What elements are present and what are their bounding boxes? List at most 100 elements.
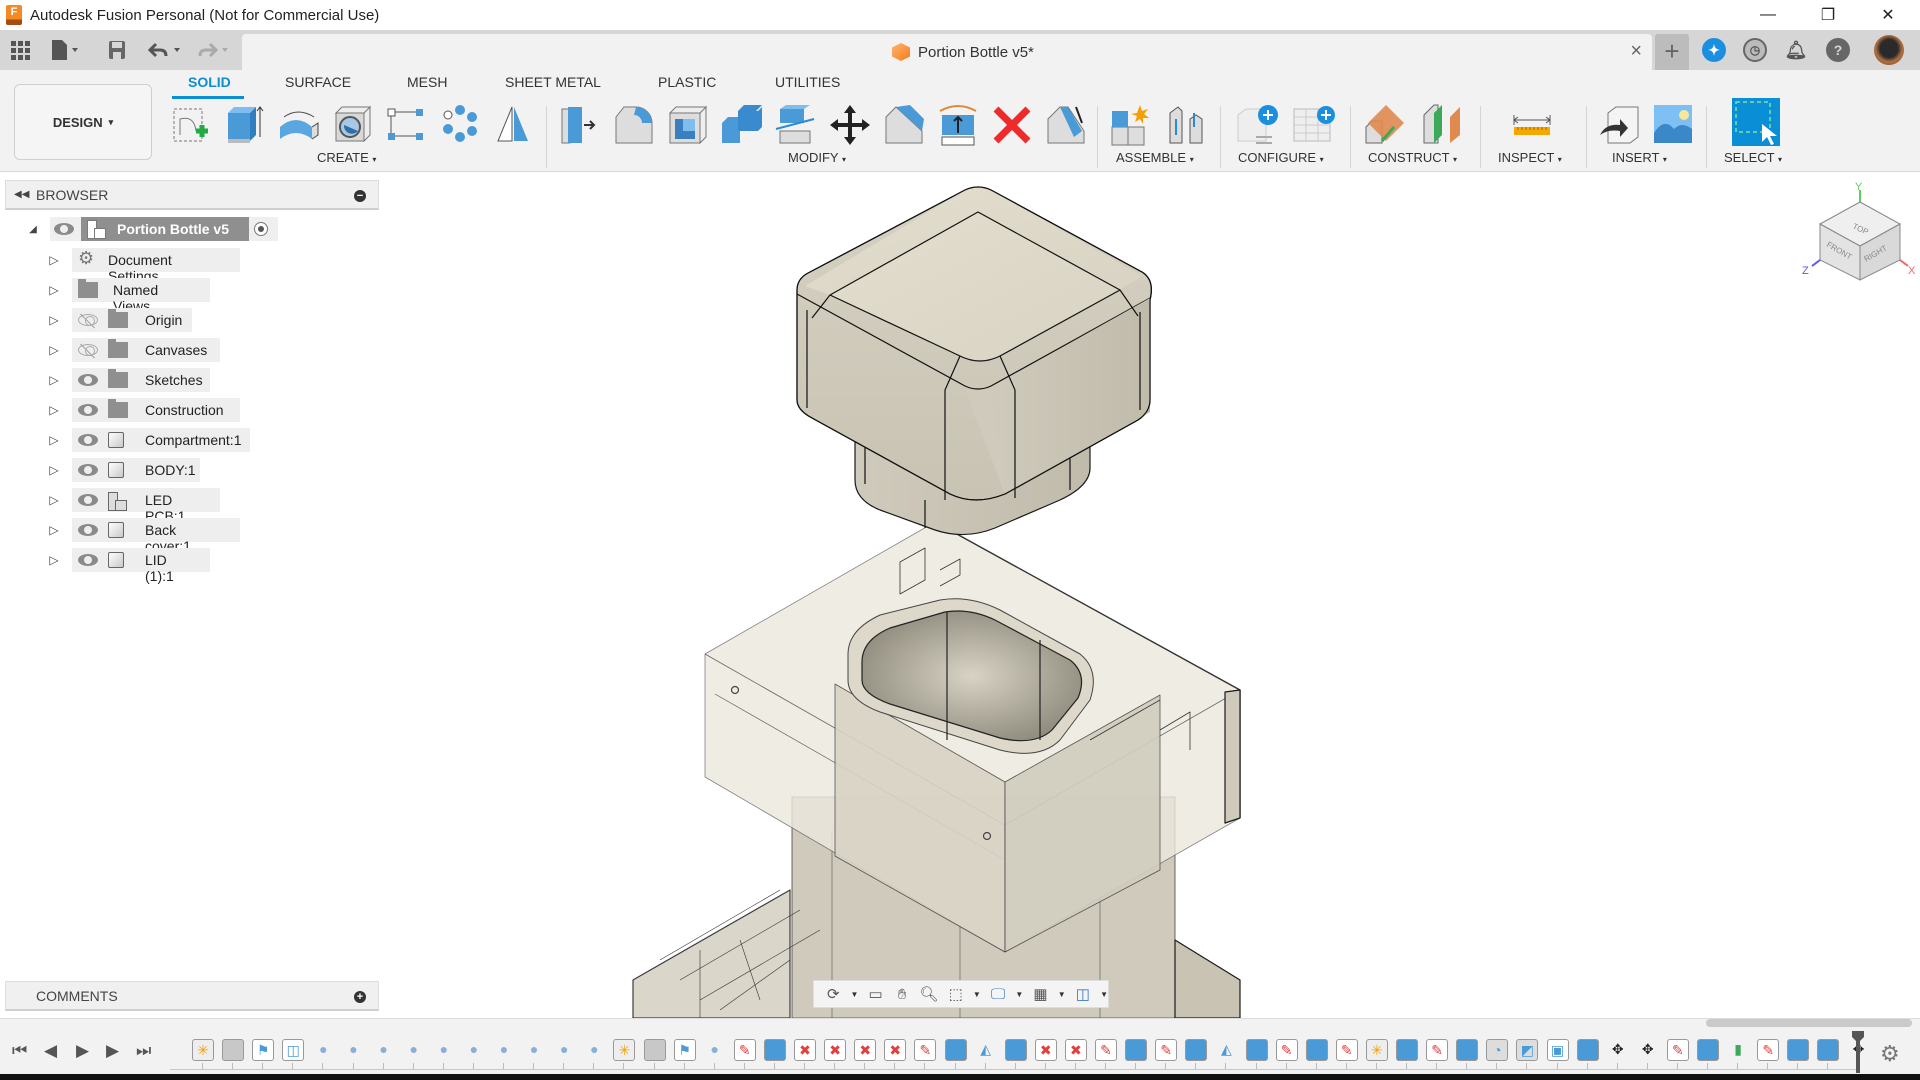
- offset-plane-icon[interactable]: [1420, 103, 1464, 147]
- tab-surface[interactable]: SURFACE: [285, 74, 351, 90]
- circular-pattern-icon[interactable]: [438, 103, 482, 147]
- timeline-feature-shell-icon[interactable]: ▣: [1546, 1039, 1569, 1061]
- timeline-feature-extrude-icon[interactable]: [1396, 1039, 1418, 1061]
- timeline-feature-sketch-icon[interactable]: ✎: [1426, 1039, 1449, 1061]
- new-component-icon[interactable]: [1110, 103, 1154, 147]
- collapse-triangle-icon[interactable]: ◢: [27, 217, 39, 241]
- tab-sheet-metal[interactable]: SHEET METAL: [505, 74, 601, 90]
- timeline-feature-joint-icon[interactable]: ●: [463, 1039, 485, 1061]
- mirror-icon[interactable]: [492, 103, 536, 147]
- timeline-feature-joint-icon[interactable]: ●: [343, 1039, 365, 1061]
- timeline-feature-body-icon[interactable]: [222, 1039, 245, 1061]
- inspect-menu[interactable]: INSPECT ▾: [1498, 150, 1562, 165]
- visibility-eye-icon[interactable]: [78, 524, 98, 536]
- new-tab-button[interactable]: +: [1655, 34, 1689, 70]
- chevron-down-icon[interactable]: ▼: [1058, 990, 1066, 999]
- visibility-eye-icon[interactable]: [78, 554, 98, 566]
- visibility-eye-icon[interactable]: [78, 464, 98, 476]
- timeline-feature-sketch-icon[interactable]: ✎: [1757, 1039, 1780, 1061]
- timeline-feature-delete-body-icon[interactable]: ✖: [794, 1039, 816, 1061]
- timeline-feature-extrude-icon[interactable]: [1787, 1039, 1810, 1061]
- delete-icon[interactable]: [990, 103, 1034, 147]
- timeline-feature-joint-icon[interactable]: ●: [583, 1039, 605, 1061]
- comments-panel-header[interactable]: COMMENTS +: [5, 981, 379, 1011]
- timeline-feature-extrude-icon[interactable]: [1697, 1039, 1719, 1061]
- go-to-end-button[interactable]: ⏭︎: [136, 1041, 151, 1061]
- timeline-feature-combine-icon[interactable]: [1245, 1039, 1268, 1061]
- revolve-icon[interactable]: [276, 103, 320, 147]
- expand-triangle-icon[interactable]: ▷: [48, 248, 60, 272]
- hole-icon[interactable]: [330, 103, 374, 147]
- rectangular-pattern-icon[interactable]: [384, 103, 428, 147]
- expand-triangle-icon[interactable]: ▷: [48, 308, 60, 332]
- move-copy-icon[interactable]: [828, 103, 872, 147]
- configure-design-icon[interactable]: [1236, 103, 1280, 147]
- grid-icon[interactable]: ▦: [1031, 984, 1049, 1004]
- timeline-feature-mirror-icon[interactable]: ◭: [975, 1039, 997, 1061]
- expand-triangle-icon[interactable]: ▷: [48, 338, 60, 362]
- timeline-feature-sketch-icon[interactable]: ✎: [733, 1039, 756, 1061]
- window-select-icon[interactable]: [1732, 98, 1780, 146]
- timeline-feature-extrude-icon[interactable]: [1125, 1039, 1148, 1061]
- timeline-feature-component-icon[interactable]: ✳: [1365, 1039, 1388, 1061]
- apps-grid-button[interactable]: [10, 38, 30, 62]
- split-body-icon[interactable]: [774, 103, 818, 147]
- construct-menu[interactable]: CONSTRUCT ▾: [1368, 150, 1457, 165]
- activate-radio-button[interactable]: [254, 222, 268, 236]
- timeline-feature-body-icon[interactable]: [643, 1039, 666, 1061]
- display-settings-icon[interactable]: 🖵︎: [989, 984, 1007, 1004]
- timeline-feature-sketch-icon[interactable]: ✎: [914, 1039, 937, 1061]
- browser-minimize-button[interactable]: −: [354, 190, 366, 202]
- plane-at-angle-icon[interactable]: [1364, 103, 1408, 147]
- visibility-eye-icon[interactable]: [78, 434, 98, 446]
- timeline-feature-joint-icon[interactable]: ●: [433, 1039, 455, 1061]
- insert-menu[interactable]: INSERT ▾: [1612, 150, 1667, 165]
- measure-icon[interactable]: [1510, 103, 1554, 147]
- timeline-feature-extrude-icon[interactable]: [1456, 1039, 1479, 1061]
- select-menu[interactable]: SELECT ▾: [1724, 150, 1782, 165]
- insert-canvas-icon[interactable]: [1652, 103, 1696, 147]
- timeline-scrollbar[interactable]: [1706, 1019, 1912, 1027]
- collapse-browser-icon[interactable]: ◀◀: [14, 189, 29, 200]
- fillet-icon[interactable]: [612, 103, 656, 147]
- create-menu[interactable]: CREATE ▾: [317, 150, 376, 165]
- play-button[interactable]: ▶: [76, 1041, 89, 1061]
- expand-triangle-icon[interactable]: ▷: [48, 548, 60, 572]
- notifications-button[interactable]: 🔔︎: [1784, 38, 1808, 62]
- chamfer-icon[interactable]: [882, 103, 926, 147]
- visibility-hidden-icon[interactable]: [78, 314, 98, 326]
- redo-button[interactable]: [196, 38, 232, 62]
- orbit-icon[interactable]: ⟳: [824, 984, 842, 1004]
- timeline-feature-delete-body-icon[interactable]: ✖: [824, 1039, 847, 1061]
- chevron-down-icon[interactable]: ▼: [850, 990, 858, 999]
- timeline-feature-delete-body-icon[interactable]: ✖: [1034, 1039, 1057, 1061]
- timeline-feature-plane-flag-icon[interactable]: ⚑: [673, 1039, 696, 1061]
- visibility-eye-icon[interactable]: [54, 223, 74, 235]
- file-menu-button[interactable]: [50, 38, 80, 62]
- job-status-button[interactable]: ◷: [1743, 38, 1767, 62]
- expand-triangle-icon[interactable]: ▷: [48, 518, 60, 542]
- combine-icon[interactable]: [720, 103, 764, 147]
- timeline-feature-joint-icon[interactable]: ●: [403, 1039, 425, 1061]
- timeline-feature-sketch-icon[interactable]: ✎: [1275, 1039, 1298, 1061]
- viewports-icon[interactable]: ◫: [1074, 984, 1092, 1004]
- look-at-icon[interactable]: ▭: [866, 984, 884, 1004]
- maximize-button[interactable]: ❐: [1798, 0, 1858, 30]
- visibility-eye-icon[interactable]: [78, 374, 98, 386]
- insert-derive-icon[interactable]: [1598, 103, 1642, 147]
- timeline-feature-plane-flag-icon[interactable]: ⚑: [252, 1039, 275, 1061]
- timeline-feature-joint-icon[interactable]: ●: [553, 1039, 575, 1061]
- timeline-feature-joint-origin-icon[interactable]: ◫: [282, 1039, 305, 1061]
- timeline-feature-component-icon[interactable]: ✳: [192, 1039, 214, 1061]
- expand-triangle-icon[interactable]: ▷: [48, 458, 60, 482]
- assemble-menu[interactable]: ASSEMBLE ▾: [1116, 150, 1194, 165]
- timeline-feature-extrude-icon[interactable]: [944, 1039, 967, 1061]
- timeline-feature-mirror-icon[interactable]: ◭: [1215, 1039, 1237, 1061]
- 3d-viewport[interactable]: [380, 172, 1920, 1018]
- tab-mesh[interactable]: MESH: [407, 74, 447, 90]
- timeline-feature-component-icon[interactable]: ✳: [613, 1039, 636, 1061]
- chevron-down-icon[interactable]: ▼: [973, 990, 981, 999]
- pan-icon[interactable]: ✋︎: [893, 984, 911, 1004]
- step-forward-button[interactable]: ▶: [106, 1041, 119, 1061]
- press-pull-icon[interactable]: [558, 103, 602, 147]
